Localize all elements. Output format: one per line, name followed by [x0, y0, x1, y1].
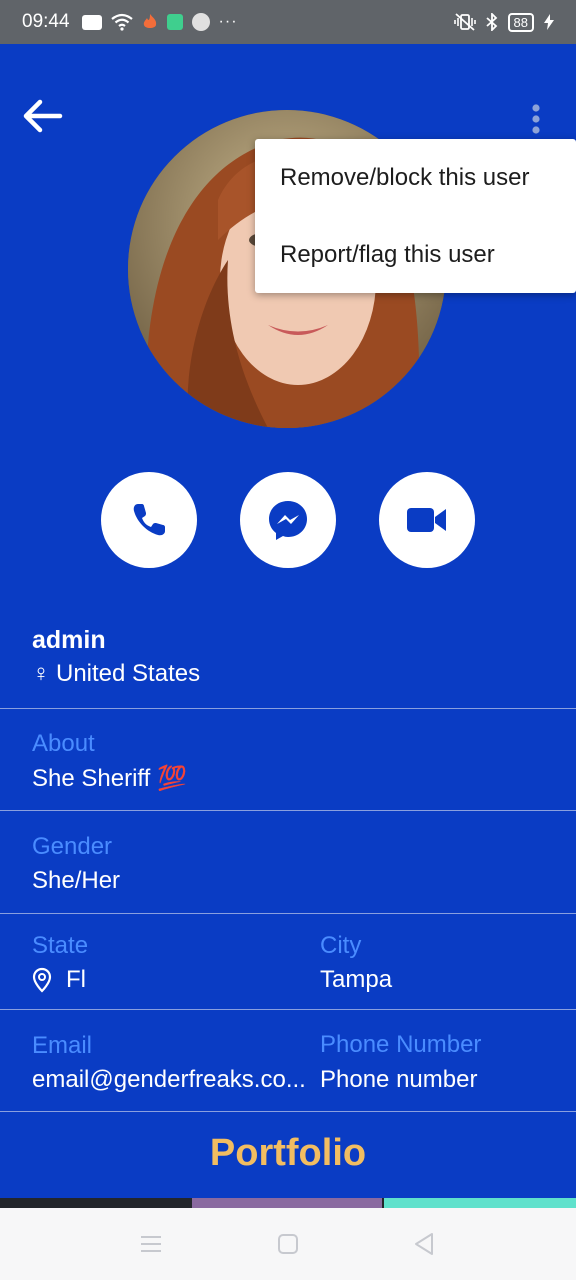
portfolio-thumbnail[interactable]	[384, 1198, 576, 1208]
more-notifications-icon: ···	[218, 13, 238, 30]
status-bar: 09:44 ··· 88	[0, 0, 576, 44]
divider	[0, 1009, 576, 1010]
gender-value: She/Her	[32, 867, 121, 894]
city-value: Tampa	[320, 966, 393, 993]
app-icon	[166, 14, 183, 30]
app-icon-2	[191, 13, 210, 31]
state-value-row: Fl	[32, 966, 86, 994]
menu-item-report-flag[interactable]: Report/flag this user	[255, 216, 576, 293]
notification-icon	[81, 14, 102, 30]
portfolio-strip	[0, 1198, 576, 1208]
vibrate-icon	[453, 13, 476, 31]
video-camera-icon	[407, 508, 446, 532]
portfolio-title: Portfolio	[209, 1132, 367, 1174]
system-nav-bar	[0, 1208, 576, 1280]
city-label: City	[320, 932, 362, 959]
system-icons: 88	[453, 12, 554, 32]
female-symbol-icon: ♀	[32, 660, 50, 687]
phone-icon	[133, 504, 165, 536]
messenger-icon	[269, 501, 307, 540]
messenger-button[interactable]	[240, 472, 336, 568]
back-icon[interactable]	[406, 1228, 442, 1260]
divider	[0, 913, 576, 914]
about-label: About	[32, 730, 95, 757]
menu-icon[interactable]	[133, 1228, 169, 1260]
about-value: She Sheriff 💯	[32, 765, 187, 792]
divider	[0, 1111, 576, 1112]
state-value: Fl	[66, 966, 86, 993]
portfolio-thumbnail[interactable]	[192, 1198, 382, 1208]
location-pin-icon	[32, 967, 52, 993]
notification-icons: ···	[81, 13, 238, 31]
country-text: United States	[56, 660, 201, 687]
gender-label: Gender	[32, 833, 113, 860]
video-call-button[interactable]	[379, 472, 475, 568]
divider	[0, 708, 576, 709]
kebab-menu-icon[interactable]	[524, 100, 548, 138]
wifi-icon	[110, 13, 133, 31]
user-location: ♀ United States	[32, 660, 200, 688]
battery-indicator: 88	[507, 12, 534, 32]
home-icon[interactable]	[270, 1228, 306, 1260]
arrow-left-icon[interactable]	[20, 96, 64, 136]
flame-app-icon	[143, 14, 156, 28]
status-time: 09:44	[22, 11, 70, 32]
charging-icon	[544, 14, 554, 30]
phone-label: Phone Number	[320, 1031, 482, 1058]
state-label: State	[32, 932, 89, 959]
email-value: email@genderfreaks.co...	[32, 1066, 306, 1093]
phone-value: Phone number	[320, 1066, 478, 1093]
overflow-menu: Remove/block this user Report/flag this …	[255, 139, 576, 293]
bluetooth-icon	[485, 13, 497, 31]
call-button[interactable]	[101, 472, 197, 568]
menu-item-remove-block[interactable]: Remove/block this user	[255, 139, 576, 216]
divider	[0, 810, 576, 811]
username: admin	[32, 626, 106, 654]
email-label: Email	[32, 1032, 93, 1059]
profile-screen: Remove/block this user Report/flag this …	[0, 44, 576, 1208]
